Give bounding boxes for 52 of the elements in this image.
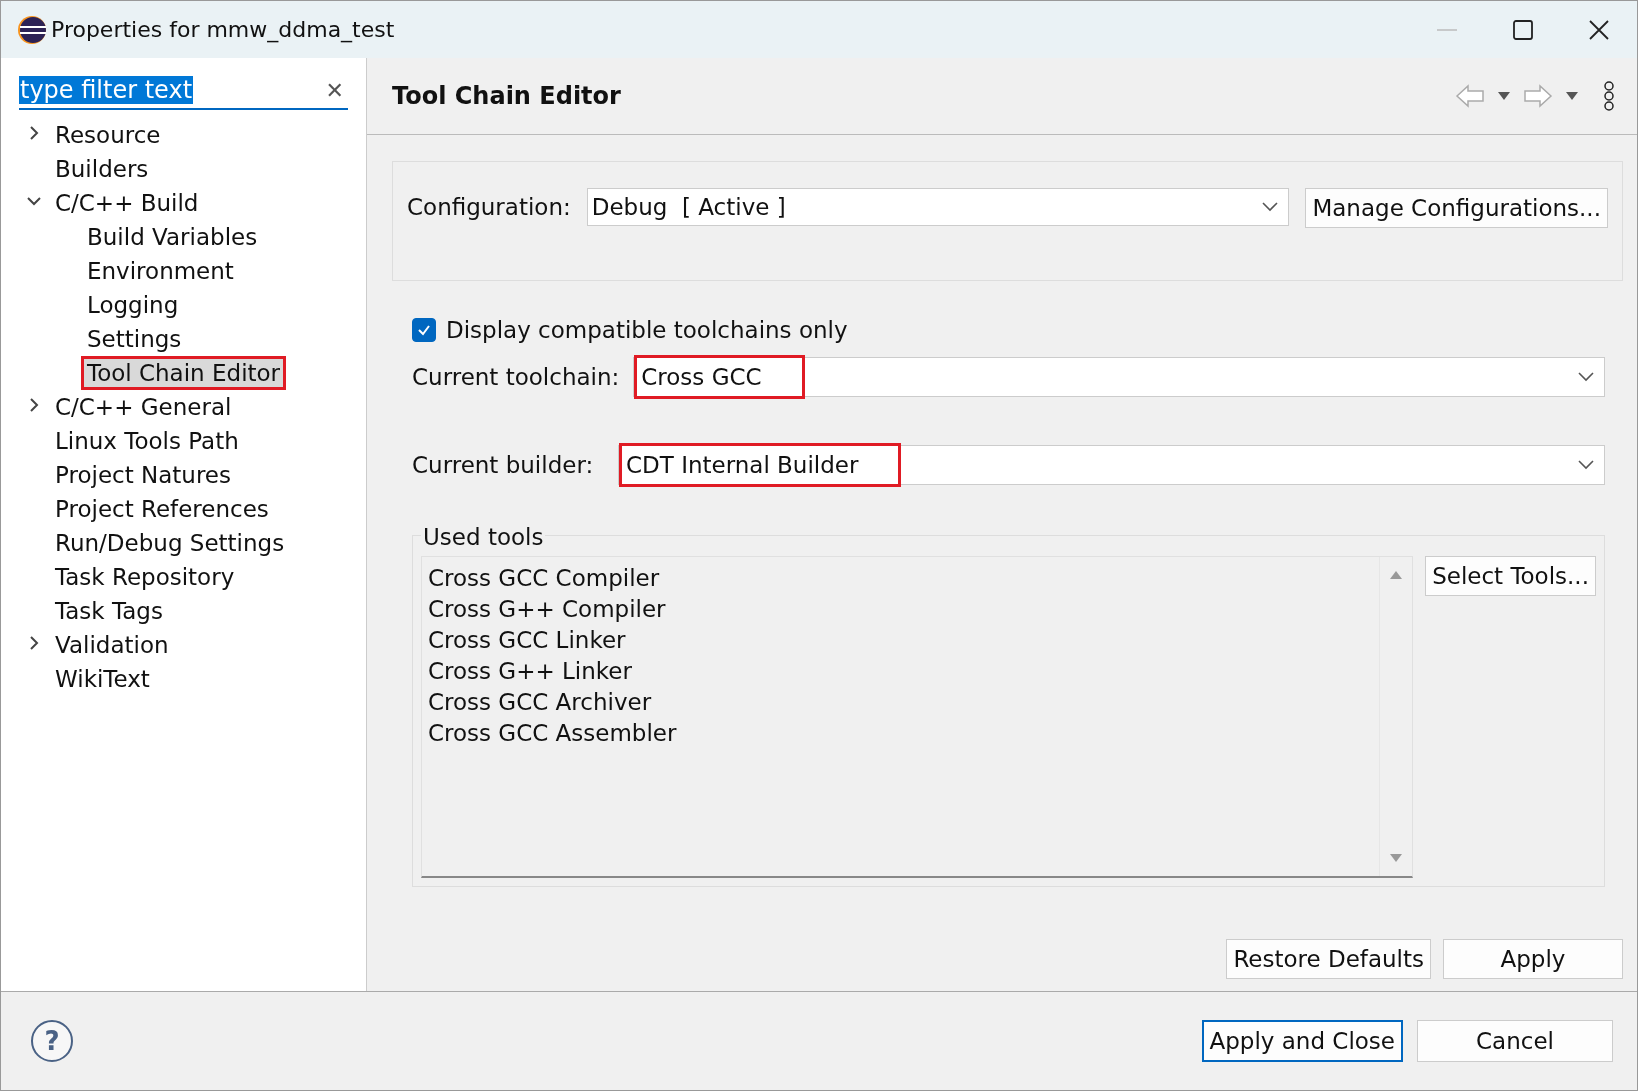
tree-item[interactable]: Build Variables [81,220,264,254]
tree-item[interactable]: Resource [49,118,167,152]
builder-dropdown[interactable]: CDT Internal Builder [618,445,1605,485]
checkbox-label: Display compatible toolchains only [446,316,848,345]
list-item[interactable]: Cross GCC Compiler [428,563,1374,594]
dialog-button[interactable]: Cancel [1417,1020,1613,1062]
configuration-dropdown[interactable]: Debug [ Active ] [586,188,1290,226]
dropdown-triangle-icon[interactable] [1565,91,1579,101]
tree-item[interactable]: Environment [81,254,240,288]
dropdown-caret-icon [1262,202,1279,212]
more-options-icon[interactable] [1603,81,1615,111]
clear-button[interactable]: ✕ [321,77,348,103]
list-item[interactable]: Cross GCC Archiver [428,687,1374,718]
filter-field[interactable]: type filter text ✕ [19,72,348,110]
window-title: Properties for mmw_ddma_test [51,17,396,42]
close-icon[interactable] [1589,19,1609,40]
toolchain-dropdown[interactable]: Cross GCC [633,357,1605,397]
tree-item[interactable]: C/C++ General [49,390,238,424]
page-title: Tool Chain Editor [392,82,622,110]
tree-item[interactable]: Validation [49,628,175,662]
help-button[interactable]: ? [31,1020,73,1062]
dropdown-caret-icon [1578,460,1594,470]
manage-configurations-button[interactable]: Manage Configurations... [1305,188,1608,228]
page-button[interactable]: Apply [1443,939,1623,979]
configuration-label: Configuration: [407,193,571,222]
tree-item[interactable]: Project References [49,492,275,526]
dropdown-caret-icon [1578,372,1594,382]
list-item[interactable]: Cross G++ Compiler [428,594,1374,625]
dialog-button[interactable]: Apply and Close [1201,1020,1403,1062]
tree-item[interactable]: Project Natures [49,458,237,492]
tree-item[interactable]: Run/Debug Settings [49,526,291,560]
tree-item[interactable]: Task Repository [49,560,241,594]
toolchain-label: Current toolchain: [412,363,620,392]
tree-item[interactable]: Linux Tools Path [49,424,245,458]
tree-item[interactable]: Task Tags [49,594,169,628]
page-button[interactable]: Restore Defaults [1226,939,1431,979]
filter-text: type filter text [19,76,194,104]
checkbox[interactable] [412,318,436,342]
maximize-icon[interactable] [1513,19,1533,40]
tree-item[interactable]: Logging [81,288,185,322]
list-item[interactable]: Cross GCC Assembler [428,718,1374,749]
tree-item[interactable]: Builders [49,152,155,186]
tree-item[interactable]: Tool Chain Editor [81,356,287,390]
tree-item[interactable]: C/C++ Build [49,186,205,220]
select-tools-button[interactable]: Select Tools... [1425,556,1596,596]
tree-item[interactable]: Settings [81,322,188,356]
eclipse-logo-icon [17,14,47,45]
tree-item[interactable]: WikiText [49,662,156,696]
list-item[interactable]: Cross G++ Linker [428,656,1374,687]
builder-label: Current builder: [412,451,595,480]
list-item[interactable]: Cross GCC Linker [428,625,1374,656]
dropdown-triangle-icon[interactable] [1497,91,1511,101]
